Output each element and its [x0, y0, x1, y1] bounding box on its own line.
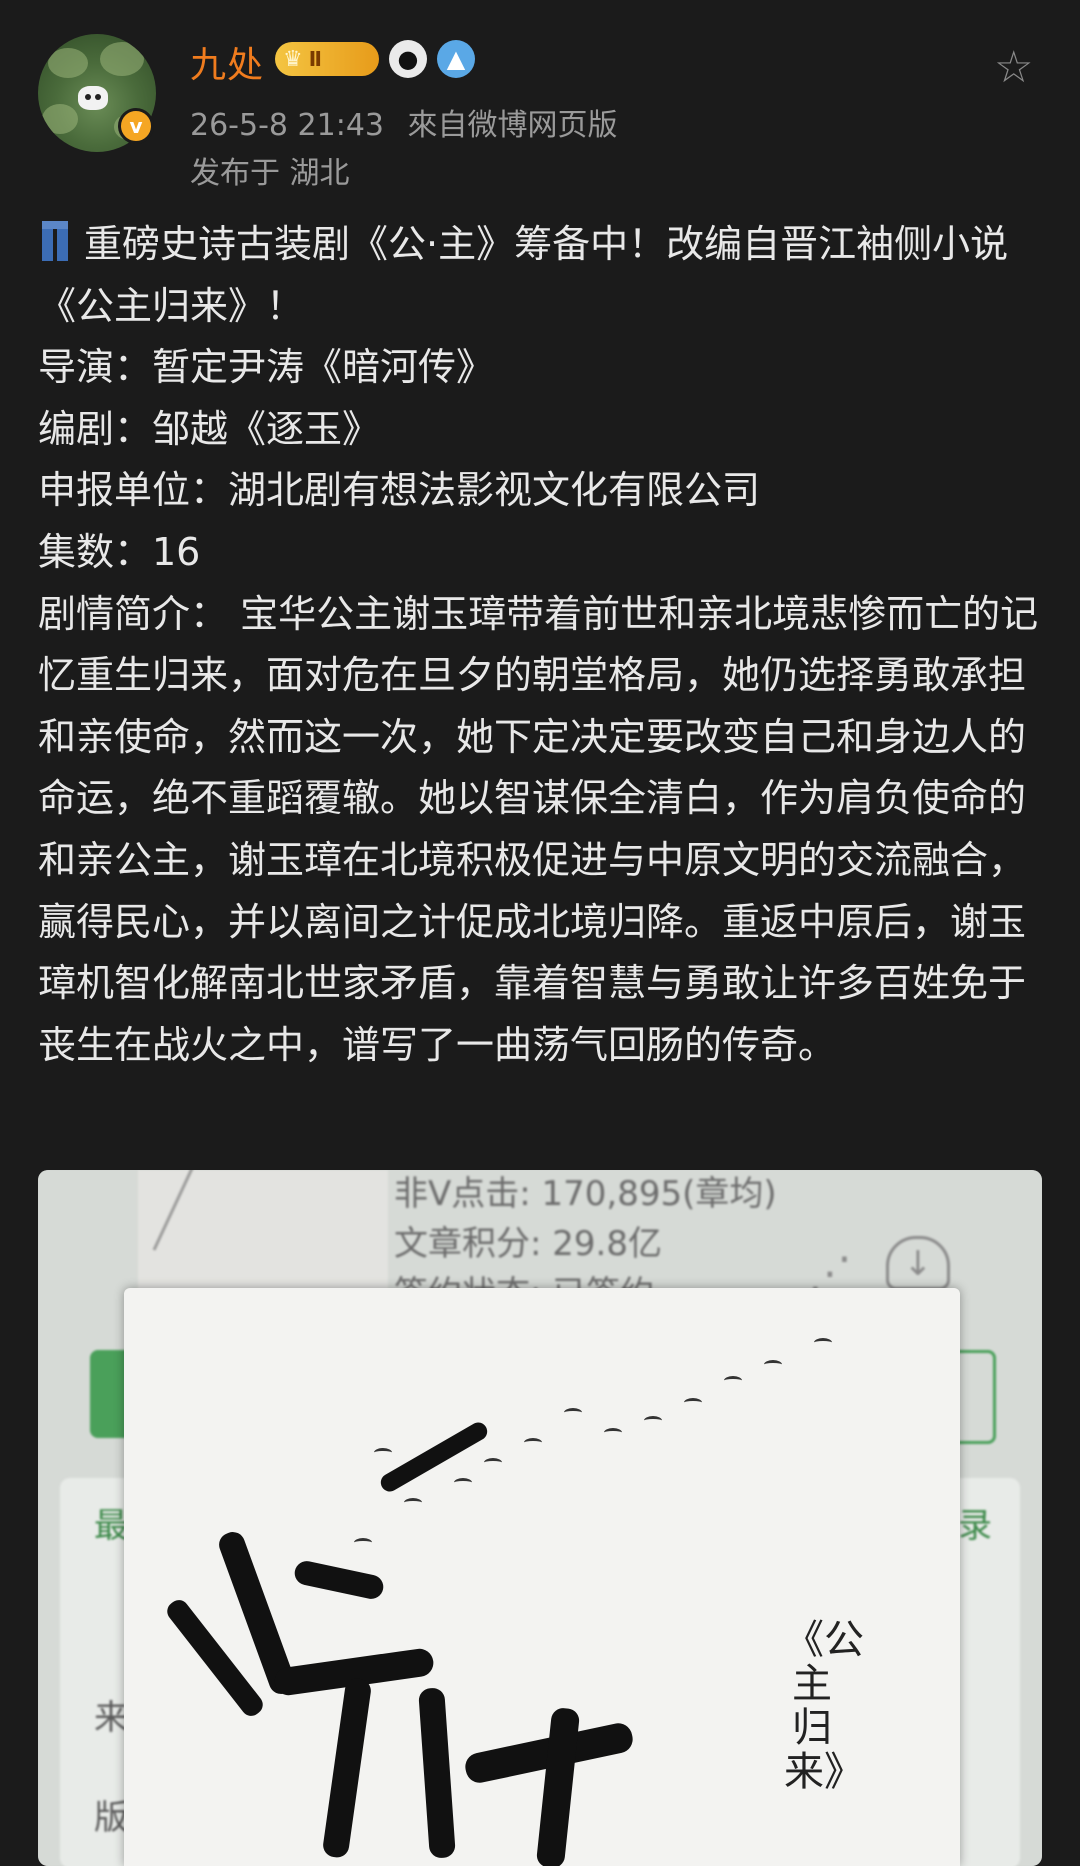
post-line-announcement: 重磅史诗古装剧《公·主》筹备中！改编自晋江袖侧小说《公主归来》！ — [38, 214, 1048, 337]
announcement-text: 重磅史诗古装剧《公·主》筹备中！改编自晋江袖侧小说《公主归来》！ — [38, 222, 1009, 328]
username[interactable]: 九处 — [190, 36, 264, 88]
download-cloud-icon: ↓ — [886, 1236, 950, 1290]
post-line-synopsis: 剧情简介： 宝华公主谢玉璋带着前世和亲北境悲惨而亡的记忆重生归来，面对危在旦夕的… — [38, 591, 1039, 1067]
level-badge-label: Ⅱ — [308, 47, 322, 71]
jeans-emoji-icon — [38, 219, 72, 263]
book-cover-image: 《公主归来》 — [124, 1288, 960, 1866]
level-badge[interactable]: ♛ Ⅱ — [275, 42, 379, 76]
post-body: 重磅史诗古装剧《公·主》筹备中！改编自晋江袖侧小说《公主归来》！ 导演：暂定尹涛… — [38, 214, 1048, 1076]
post-meta: 26-5-8 21:43 來自微博网页版 — [190, 100, 618, 144]
post-line-episodes: 集数：16 — [38, 529, 201, 574]
post-timestamp: 26-5-8 21:43 — [190, 108, 384, 143]
shark-badge-icon[interactable]: ▲ — [437, 40, 475, 78]
panda-avatar-icon — [78, 86, 108, 110]
post-line-company: 申报单位：湖北剧有想法影视文化有限公司 — [38, 468, 761, 513]
background-book-cover — [138, 1170, 388, 1290]
crown-icon: ♛ — [283, 46, 303, 72]
favorite-star-icon[interactable]: ☆ — [994, 42, 1033, 93]
bg-left-text-1: 来 — [94, 1698, 128, 1738]
bg-left-tab: 最 — [94, 1506, 128, 1546]
post-line-director: 导演：暂定尹涛《暗河传》 — [38, 345, 495, 390]
verified-badge-icon: v — [118, 108, 154, 144]
bg-left-text-2: 版 — [94, 1798, 128, 1838]
bg-clicks-text: 非V点击: 170,895(章均) — [394, 1174, 777, 1214]
panda-badge-icon[interactable]: ● — [389, 40, 427, 78]
bg-score-text: 文章积分: 29.8亿 — [394, 1224, 662, 1264]
post-location: 发布于 湖北 — [190, 156, 350, 191]
post-source: 來自微博网页版 — [407, 108, 618, 143]
user-badges: ♛ Ⅱ ● ▲ — [275, 40, 475, 78]
cover-title: 《公主归来》 — [784, 1617, 864, 1795]
post-line-writer: 编剧：邹越《逐玉》 — [38, 406, 381, 451]
bg-right-tab: 录 — [958, 1506, 992, 1546]
post-header: v 九处 ♛ Ⅱ ● ▲ 26-5-8 21:43 來自微博网页版 发布于 湖北… — [0, 0, 1080, 191]
